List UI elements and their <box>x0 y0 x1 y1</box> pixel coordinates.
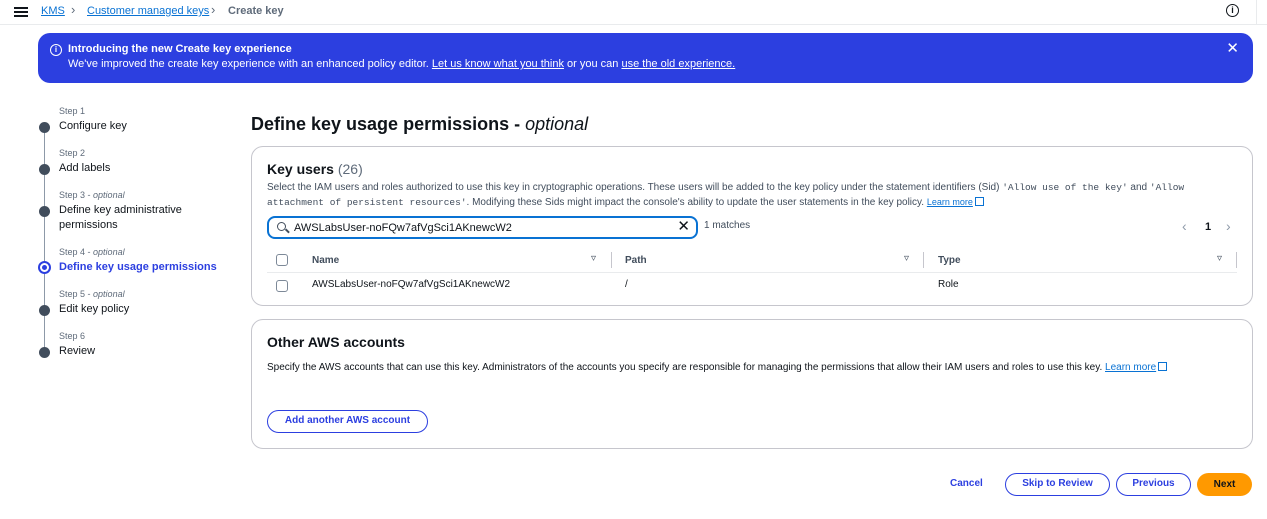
page-title: Define key usage permissions - optional <box>251 114 588 135</box>
old-experience-link[interactable]: use the old experience. <box>621 58 735 70</box>
search-field[interactable]: ✕ <box>267 216 698 239</box>
key-users-count: (26) <box>337 161 363 177</box>
column-divider[interactable] <box>1236 252 1237 268</box>
page-number[interactable]: 1 <box>1205 221 1211 233</box>
step-active-dot <box>38 261 51 274</box>
next-button[interactable]: Next <box>1197 473 1252 496</box>
desc-part-2: . Modifying these Sids might impact the … <box>466 197 925 208</box>
cell-type: Role <box>938 279 959 290</box>
banner-text-middle: or you can <box>567 58 619 70</box>
step-dot <box>39 122 50 133</box>
match-count: 1 matches <box>704 220 751 231</box>
key-users-heading: Key users <box>267 161 334 177</box>
other-accounts-description: Specify the AWS accounts that can use th… <box>267 362 1168 373</box>
sort-down-icon[interactable]: ▿ <box>904 253 909 264</box>
external-link-icon[interactable] <box>1158 362 1168 371</box>
info-icon[interactable]: i <box>1226 4 1239 17</box>
banner-title: Introducing the new Create key experienc… <box>68 43 292 55</box>
skip-to-review-button[interactable]: Skip to Review <box>1005 473 1110 496</box>
chevron-right-icon: › <box>211 2 216 17</box>
other-accounts-panel: Other AWS accounts Specify the AWS accou… <box>251 319 1253 449</box>
key-users-description: Select the IAM users and roles authorize… <box>267 180 1227 210</box>
close-icon[interactable]: ✕ <box>1226 41 1239 56</box>
banner-text: We've improved the create key experience… <box>68 58 735 70</box>
feedback-link[interactable]: Let us know what you think <box>432 58 564 70</box>
breadcrumb-kms[interactable]: KMS <box>41 4 65 18</box>
learn-more-link[interactable]: Learn more <box>1105 362 1156 373</box>
table-header: Name ▿ Path ▿ Type ▿ <box>267 249 1237 273</box>
step-dot <box>39 164 50 175</box>
info-banner: i Introducing the new Create key experie… <box>38 33 1253 83</box>
other-accounts-desc-text: Specify the AWS accounts that can use th… <box>267 362 1103 373</box>
chevron-right-icon: › <box>71 2 76 17</box>
step-number: Step 4 - optional <box>59 247 125 257</box>
search-input[interactable] <box>294 220 664 236</box>
step-label: Add labels <box>59 162 111 174</box>
cell-path: / <box>625 279 628 290</box>
page-title-text: Define key usage permissions - <box>251 114 521 134</box>
sort-down-icon[interactable]: ▿ <box>591 253 596 264</box>
step-number: Step 6 <box>59 331 86 341</box>
cancel-button[interactable]: Cancel <box>950 478 983 489</box>
add-aws-account-button[interactable]: Add another AWS account <box>267 410 428 433</box>
chevron-right-icon[interactable]: › <box>1226 218 1231 234</box>
step-number: Step 5 - optional <box>59 289 125 299</box>
step-dot <box>39 305 50 316</box>
column-header-path[interactable]: Path <box>625 255 647 266</box>
steps-connector <box>44 127 45 353</box>
previous-button[interactable]: Previous <box>1116 473 1191 496</box>
table-row[interactable]: AWSLabsUser-noFQw7afVgSci1AKnewcW2 / Rol… <box>267 275 1237 297</box>
step-dot <box>39 347 50 358</box>
key-users-panel: Key users (26) Select the IAM users and … <box>251 146 1253 306</box>
panel-edge <box>1256 0 1267 25</box>
column-header-type[interactable]: Type <box>938 255 961 266</box>
external-link-icon[interactable] <box>974 197 984 206</box>
learn-more-link[interactable]: Learn more <box>927 197 973 207</box>
chevron-left-icon[interactable]: ‹ <box>1182 218 1187 234</box>
step-number: Step 1 <box>59 106 86 116</box>
cell-name: AWSLabsUser-noFQw7afVgSci1AKnewcW2 <box>312 279 511 290</box>
select-all-checkbox[interactable] <box>276 254 288 266</box>
banner-text-prefix: We've improved the create key experience… <box>68 58 429 70</box>
step-number: Step 3 - optional <box>59 190 125 200</box>
sid-use-key: 'Allow use of the key' <box>1002 182 1128 193</box>
step-label: Review <box>59 345 96 357</box>
other-accounts-title: Other AWS accounts <box>267 334 405 350</box>
row-checkbox[interactable] <box>276 280 288 292</box>
column-divider[interactable] <box>923 252 924 268</box>
page-title-optional: optional <box>525 114 589 134</box>
step-label: Define key usage permissions <box>59 261 217 273</box>
desc-part-1: Select the IAM users and roles authorize… <box>267 182 1000 193</box>
desc-and: and <box>1130 182 1148 193</box>
top-navigation-bar: KMS › Customer managed keys › Create key… <box>0 0 1267 25</box>
clear-icon[interactable]: ✕ <box>677 219 690 235</box>
search-icon <box>277 222 286 231</box>
key-users-title: Key users (26) <box>267 161 363 177</box>
column-divider[interactable] <box>611 252 612 268</box>
info-icon: i <box>50 44 62 56</box>
breadcrumb-customer-managed-keys[interactable]: Customer managed keys <box>87 4 209 18</box>
column-header-name[interactable]: Name <box>312 255 339 266</box>
step-label: Configure key <box>59 120 127 132</box>
step-dot <box>39 206 50 217</box>
menu-icon[interactable] <box>14 5 28 19</box>
step-number: Step 2 <box>59 148 86 158</box>
step-label: Define key administrative permissions <box>59 204 182 231</box>
step-label: Edit key policy <box>59 303 130 315</box>
breadcrumb-current: Create key <box>228 5 284 17</box>
sort-down-icon[interactable]: ▿ <box>1217 253 1222 264</box>
